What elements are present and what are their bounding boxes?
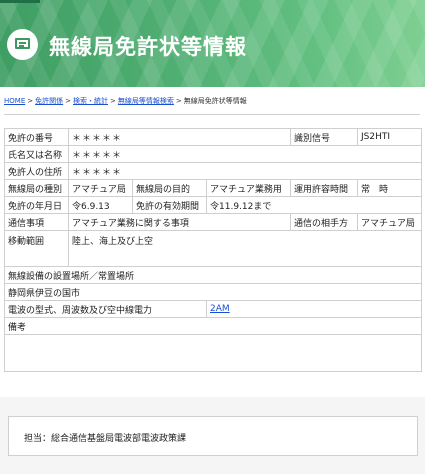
- breadcrumb-license-link[interactable]: 免許関係: [35, 97, 63, 105]
- table-row: 移動範囲 陸上、海上及び上空: [4, 230, 423, 267]
- table-row: 電波の型式、周波数及び空中線電力 2AM: [4, 300, 423, 318]
- breadcrumb-current: 無線局免許状等情報: [183, 97, 247, 105]
- licensee-address-value: ＊＊＊＊＊: [67, 162, 423, 180]
- breadcrumb-separator: >: [27, 97, 34, 105]
- licensee-name-label: 氏名又は名称: [4, 145, 69, 163]
- document-icon: [7, 29, 38, 60]
- station-purpose-label: 無線局の目的: [132, 179, 207, 197]
- installation-location-label: 無線設備の設置場所／常置場所: [3, 266, 423, 284]
- licensee-address-label: 免許人の住所: [4, 162, 69, 180]
- mobile-range-value: 陸上、海上及び上空: [67, 230, 423, 267]
- breadcrumb-separator: >: [110, 97, 116, 105]
- communication-partner-value: アマチュア局: [357, 213, 423, 231]
- operating-hours-value: 常 時: [357, 179, 423, 197]
- license-expiry-label: 免許の有効期間: [132, 196, 207, 214]
- remarks-label: 備考: [3, 317, 423, 335]
- license-date-value: 令6.9.13: [68, 196, 133, 214]
- breadcrumb: HOME > 免許関係 > 検索・統計 > 無線局等情報検索 > 無線局免許状等情報: [4, 96, 247, 106]
- emission-cell: 2AM: [205, 300, 423, 318]
- table-row: 免許人の住所 ＊＊＊＊＊: [4, 162, 423, 180]
- communication-matter-value: アマチュア業務に関する事項: [67, 213, 292, 231]
- callsign-label: 識別信号: [290, 128, 359, 146]
- breadcrumb-separator: >: [65, 97, 71, 105]
- emission-label: 電波の型式、周波数及び空中線電力: [4, 300, 207, 318]
- installation-location-value: 静岡県伊豆の国市: [3, 283, 423, 301]
- table-row: 氏名又は名称 ＊＊＊＊＊: [4, 145, 423, 163]
- table-row: 静岡県伊豆の国市: [3, 283, 423, 301]
- operating-hours-label: 運用許容時間: [290, 179, 359, 197]
- table-row: 通信事項 アマチュア業務に関する事項 通信の相手方 アマチュア局: [4, 213, 423, 231]
- page-title: 無線局免許状等情報: [49, 35, 247, 59]
- license-number-label: 免許の番号: [4, 128, 69, 146]
- contact-box: 担当：総合通信基盤局電波部電波政策課: [8, 416, 418, 456]
- banner-accent-line: [0, 0, 40, 3]
- breadcrumb-divider: [4, 114, 420, 115]
- callsign-value: JS2HTI: [357, 128, 423, 146]
- license-info-table: 免許の番号 ＊＊＊＊＊ 識別信号 JS2HTI 氏名又は名称 ＊＊＊＊＊ 免許人…: [3, 128, 423, 372]
- breadcrumb-search-stats-link[interactable]: 検索・統計: [73, 97, 108, 105]
- breadcrumb-home-link[interactable]: HOME: [4, 97, 25, 105]
- table-row: 免許の番号 ＊＊＊＊＊ 識別信号 JS2HTI: [4, 128, 423, 146]
- contact-text: 担当：総合通信基盤局電波部電波政策課: [24, 434, 187, 444]
- station-type-value: アマチュア局: [68, 179, 133, 197]
- licensee-name-value: ＊＊＊＊＊: [67, 145, 423, 163]
- license-date-label: 免許の年月日: [4, 196, 69, 214]
- station-purpose-value: アマチュア業務用: [205, 179, 292, 197]
- license-expiry-value: 令11.9.12まで: [205, 196, 423, 214]
- communication-partner-label: 通信の相手方: [290, 213, 359, 231]
- table-row: 備考: [3, 317, 423, 335]
- page-banner: 無線局免許状等情報: [0, 0, 425, 87]
- emission-link[interactable]: 2AM: [210, 304, 230, 314]
- table-row: 無線設備の設置場所／常置場所: [3, 266, 423, 284]
- table-row: 免許の年月日 令6.9.13 免許の有効期間 令11.9.12まで: [4, 196, 423, 214]
- remarks-value: [3, 334, 423, 372]
- breadcrumb-separator: >: [175, 97, 182, 105]
- station-type-label: 無線局の種別: [4, 179, 69, 197]
- breadcrumb-station-search-link[interactable]: 無線局等情報検索: [118, 97, 174, 105]
- communication-matter-label: 通信事項: [4, 213, 69, 231]
- table-row: [3, 334, 423, 372]
- mobile-range-label: 移動範囲: [4, 230, 69, 267]
- license-number-value: ＊＊＊＊＊: [67, 128, 292, 146]
- table-row: 無線局の種別 アマチュア局 無線局の目的 アマチュア業務用 運用許容時間 常 時: [4, 179, 423, 197]
